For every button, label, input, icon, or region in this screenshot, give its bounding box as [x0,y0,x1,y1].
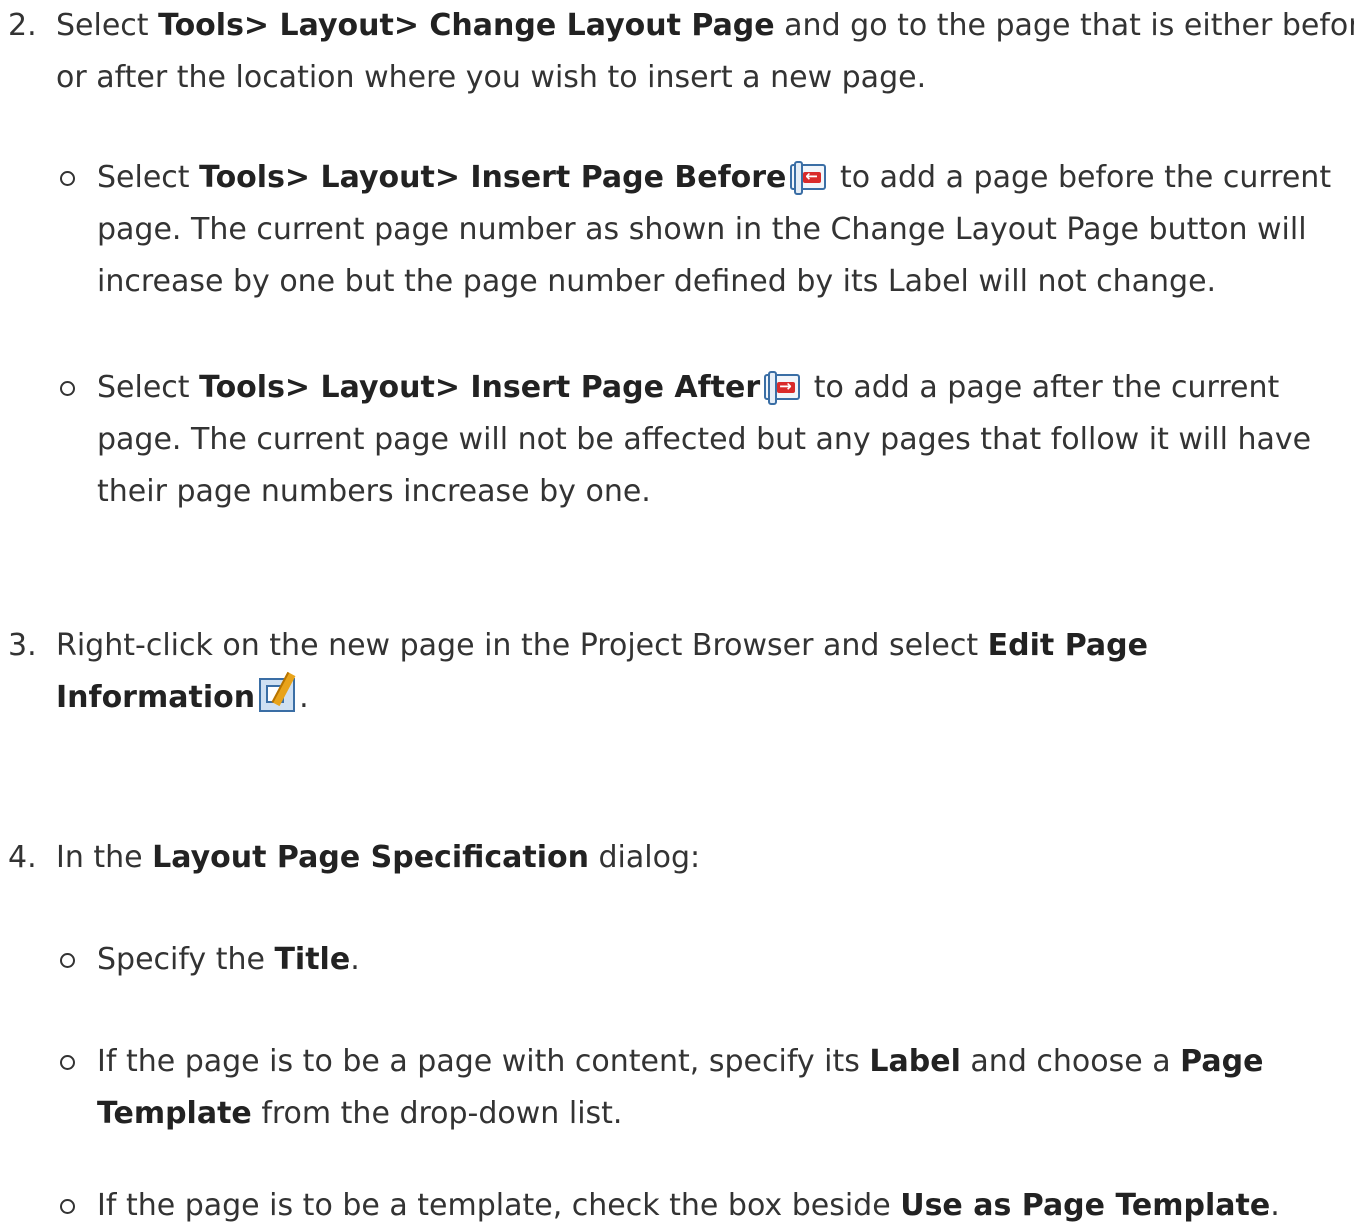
text-segment: If the page is to be a template, check t… [97,1188,901,1223]
edit-page-information-icon [259,671,296,712]
insert-page-after-icon: → [764,370,801,405]
step-number: 2. [8,8,37,43]
bullet-line-3: increase by one but the page number defi… [97,264,1217,299]
bullet-line-2: page. The current page will not be affec… [97,422,1312,457]
menu-path: Tools> Layout> Insert Page After [199,370,761,405]
text-segment: In the [56,840,153,875]
step-number: 4. [8,840,37,875]
insert-page-before-icon: ← [790,160,827,195]
dialog-name: Layout Page Specification [152,840,589,875]
menu-item: Information [56,680,256,715]
step-3-line-2: Information. [56,671,1148,724]
bullet-line-2: page. The current page number as shown i… [97,212,1307,247]
step-3-text: Right-click on the new page in the Proje… [56,620,1148,724]
step-2-text: Select Tools> Layout> Change Layout Page… [56,0,1354,104]
bullet-marker [60,381,75,396]
bullet-marker [60,1199,75,1214]
bullet-line-2: Template from the drop-down list. [97,1088,1263,1140]
bullet-line-1: Select Tools> Layout> Insert Page After →… [97,362,1311,414]
text-segment: from the drop-down list. [251,1096,623,1131]
bullet-insert-after: Select Tools> Layout> Insert Page After →… [60,362,1312,518]
step-3-line-1: Right-click on the new page in the Proje… [56,620,1148,672]
bullet-use-as-template: If the page is to be a template, check t… [60,1180,1280,1232]
bullet-marker [60,953,75,968]
bullet-line-1: Select Tools> Layout> Insert Page Before… [97,152,1331,204]
text-segment: to add a page after the current [804,370,1280,405]
field-name: Label [869,1044,961,1079]
menu-item: Edit Page [987,628,1148,663]
bullet-title: Specify the Title. [60,934,360,986]
field-name: Title [274,942,351,977]
field-name: Page [1180,1044,1264,1079]
bullet-marker [60,171,75,186]
text-segment: . [350,942,360,977]
text-segment: If the page is to be a page with content… [97,1044,870,1079]
step-4-text: In the Layout Page Specification dialog: [56,832,700,884]
text-segment: and choose a [960,1044,1181,1079]
text-segment: Specify the [97,942,275,977]
text-segment: . [299,680,309,715]
text-segment: dialog: [588,840,701,875]
menu-path: Tools> Layout> Change Layout Page [158,8,775,43]
field-name: Use as Page Template [900,1188,1271,1223]
step-number: 3. [8,628,37,663]
field-name: Template [97,1096,252,1131]
bullet-label-template: If the page is to be a page with content… [60,1036,1263,1140]
text-segment: and go to the page that is either before [774,8,1354,43]
text-segment: . [1270,1188,1280,1223]
bullet-line-3: their page numbers increase by one. [97,474,651,509]
text-segment: Right-click on the new page in the Proje… [56,628,988,663]
text-segment: to add a page before the current [830,160,1332,195]
bullet-marker [60,1055,75,1070]
step-2-line-2: or after the location where you wish to … [56,60,927,95]
text-segment: Select [97,370,200,405]
bullet-insert-before: Select Tools> Layout> Insert Page Before… [60,152,1331,308]
text-segment: Select [97,160,200,195]
menu-path: Tools> Layout> Insert Page Before [199,160,787,195]
bullet-line-1: If the page is to be a page with content… [97,1036,1263,1088]
text-segment: Select [56,8,159,43]
step-2-line-1: Select Tools> Layout> Change Layout Page… [56,0,1354,52]
